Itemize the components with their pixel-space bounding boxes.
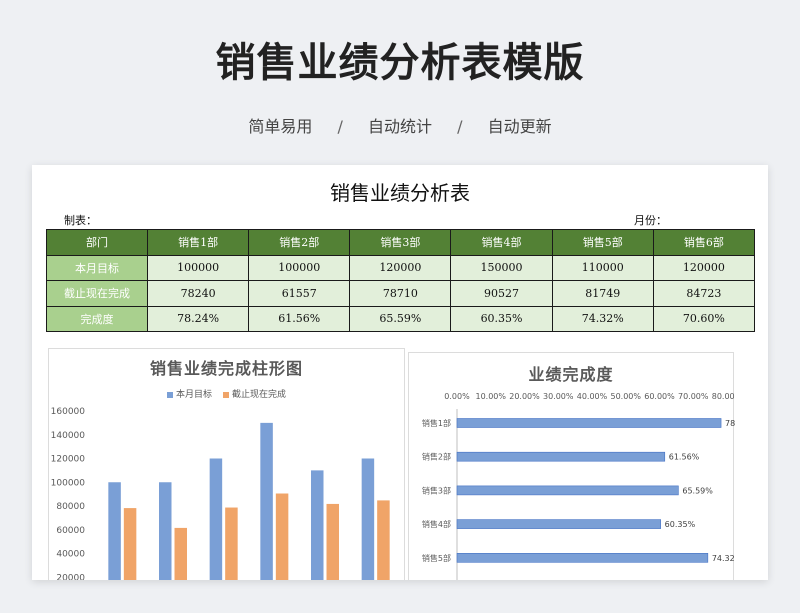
table-header: 销售4部 bbox=[450, 229, 553, 256]
completion-bar bbox=[456, 451, 666, 462]
table-cell[interactable]: 78710 bbox=[349, 280, 452, 307]
table-header-row: 部门 销售1部 销售2部 销售3部 销售4部 销售5部 销售6部 bbox=[46, 229, 756, 256]
column-bar bbox=[311, 470, 324, 580]
column-bar bbox=[260, 422, 273, 580]
completion-bar bbox=[456, 553, 709, 563]
completion-bar bbox=[456, 418, 722, 428]
data-label: 60.35% bbox=[665, 520, 696, 529]
table-cell[interactable]: 81749 bbox=[551, 280, 654, 307]
table-cell[interactable]: 61.56% bbox=[248, 305, 351, 332]
column-bar bbox=[225, 507, 238, 580]
y-tick-label: 120000 bbox=[51, 455, 86, 465]
column-bar bbox=[275, 493, 289, 580]
table-header: 销售3部 bbox=[349, 229, 452, 256]
row-label: 截止现在完成 bbox=[46, 280, 148, 307]
y-tick-label: 80000 bbox=[56, 502, 85, 512]
y-tick-label: 销售5部 bbox=[422, 553, 451, 563]
x-tick-label: 0.00% bbox=[444, 392, 470, 401]
table-cell[interactable]: 60.35% bbox=[450, 305, 553, 332]
column-chart-panel: 销售业绩完成柱形图 本月目标 截止现在完成 160000 140000 120000… bbox=[48, 348, 405, 580]
completion-chart-panel: 业绩完成度 0.00% 10.00% 20.00% 30.00% 40.00% 50.00… bbox=[408, 352, 735, 580]
table-row-completion: 完成度 78.24% 61.56% 65.59% 60.35% 74.32% 7… bbox=[46, 305, 756, 332]
y-tick-label: 100000 bbox=[51, 478, 86, 488]
table-cell[interactable]: 120000 bbox=[652, 254, 756, 281]
column-bar bbox=[108, 482, 121, 580]
x-tick-label: 40.00% bbox=[577, 392, 608, 401]
y-tick-label: 160000 bbox=[51, 407, 86, 417]
table-header: 销售5部 bbox=[551, 229, 654, 256]
tagline-separator: / bbox=[337, 117, 343, 136]
table-cell[interactable]: 78.24% bbox=[146, 305, 250, 332]
column-bar bbox=[159, 482, 172, 580]
table-header: 销售1部 bbox=[146, 229, 250, 256]
y-tick-label: 销售1部 bbox=[422, 418, 451, 428]
column-bar bbox=[174, 527, 187, 580]
tagline-2: 自动统计 bbox=[367, 117, 432, 136]
table-cell[interactable]: 100000 bbox=[248, 254, 351, 281]
y-tick-label: 销售3部 bbox=[422, 485, 451, 495]
data-label: 65.59% bbox=[682, 486, 713, 495]
table-cell[interactable]: 78240 bbox=[146, 280, 250, 307]
data-label: 74.32% bbox=[712, 554, 735, 563]
x-tick-label: 80.00% bbox=[712, 392, 735, 401]
completion-bar bbox=[456, 519, 661, 529]
table-cell[interactable]: 65.59% bbox=[349, 305, 452, 332]
page-title: 销售业绩分析表模版 bbox=[215, 40, 585, 86]
completion-bar bbox=[456, 485, 679, 496]
maker-label: 制表： bbox=[64, 214, 97, 227]
table-row-actual: 截止现在完成 78240 61557 78710 90527 81749 847… bbox=[46, 280, 756, 307]
month-label: 月份： bbox=[634, 214, 667, 227]
table-header: 销售6部 bbox=[652, 229, 756, 256]
column-bar bbox=[377, 500, 390, 580]
column-bar bbox=[326, 503, 339, 580]
performance-table: 部门 销售1部 销售2部 销售3部 销售4部 销售5部 销售6部 本月目标 10… bbox=[46, 229, 756, 332]
completion-chart: 0.00% 10.00% 20.00% 30.00% 40.00% 50.00% 60.00… bbox=[422, 392, 735, 580]
tagline-1: 简单易用 bbox=[248, 117, 313, 136]
x-tick-label: 70.00% bbox=[678, 392, 709, 401]
row-label: 完成度 bbox=[46, 305, 148, 332]
x-tick-label: 30.00% bbox=[543, 392, 574, 401]
table-cell[interactable]: 84723 bbox=[652, 280, 756, 307]
x-tick-label: 50.00% bbox=[610, 392, 641, 401]
table-cell[interactable]: 110000 bbox=[551, 254, 654, 281]
tagline-3: 自动更新 bbox=[487, 117, 552, 136]
table-header: 销售2部 bbox=[248, 229, 351, 256]
x-tick-label: 20.00% bbox=[509, 392, 540, 401]
row-label: 本月目标 bbox=[46, 254, 148, 281]
table-cell[interactable]: 74.32% bbox=[551, 305, 654, 332]
column-chart: 160000 140000 120000 100000 80000 60000 40000 2… bbox=[51, 407, 390, 580]
column-bar bbox=[209, 458, 223, 580]
sheet-title: 销售业绩分析表 bbox=[330, 181, 470, 205]
column-bar bbox=[361, 458, 375, 580]
table-header: 部门 bbox=[46, 229, 148, 256]
y-tick-label: 140000 bbox=[51, 431, 86, 441]
y-tick-label: 60000 bbox=[56, 526, 85, 536]
tagline-separator: / bbox=[457, 117, 463, 136]
y-tick-label: 20000 bbox=[56, 573, 85, 580]
data-label: 61.56% bbox=[669, 453, 700, 462]
table-cell[interactable]: 70.60% bbox=[652, 305, 756, 332]
table-cell[interactable]: 61557 bbox=[248, 280, 351, 307]
x-tick-label: 60.00% bbox=[644, 392, 675, 401]
table-cell[interactable]: 120000 bbox=[349, 254, 452, 281]
x-tick-label: 10.00% bbox=[475, 392, 506, 401]
data-label: 78.24% bbox=[725, 419, 735, 428]
table-cell[interactable]: 90527 bbox=[450, 280, 553, 307]
column-bar bbox=[123, 508, 137, 580]
y-tick-label: 销售4部 bbox=[422, 519, 451, 529]
table-row-target: 本月目标 100000 100000 120000 150000 110000 … bbox=[46, 254, 756, 281]
y-tick-label: 40000 bbox=[56, 550, 85, 560]
spreadsheet-preview: 销售业绩分析表 制表： 月份： 部门 销售1部 销售2部 销售3部 销售4部 销… bbox=[32, 165, 768, 580]
table-cell[interactable]: 150000 bbox=[450, 254, 553, 281]
table-cell[interactable]: 100000 bbox=[146, 254, 250, 281]
y-tick-label: 销售2部 bbox=[422, 452, 451, 462]
taglines: 简单易用 / 自动统计 / 自动更新 bbox=[0, 113, 800, 137]
